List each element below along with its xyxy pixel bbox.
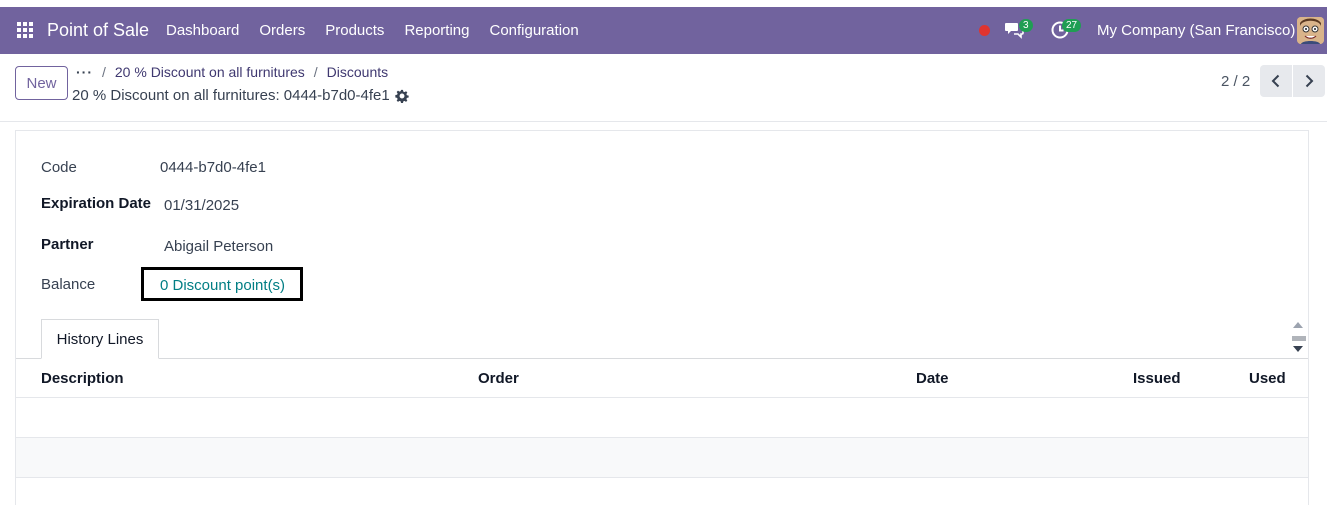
top-navbar: Point of Sale Dashboard Orders Products … <box>0 7 1327 54</box>
breadcrumb-program-link[interactable]: 20 % Discount on all furnitures <box>115 64 305 80</box>
expiration-date-label: Expiration Date <box>41 195 152 212</box>
messages-count-badge: 3 <box>1019 19 1033 32</box>
record-title-row: 20 % Discount on all furnitures: 0444-b7… <box>72 87 409 104</box>
column-header-description[interactable]: Description <box>41 370 124 387</box>
pager-value[interactable]: 2 / 2 <box>1221 73 1250 90</box>
table-header-divider <box>16 397 1308 398</box>
column-header-date[interactable]: Date <box>916 370 949 387</box>
breadcrumb: ··· / 20 % Discount on all furnitures / … <box>76 64 388 80</box>
scrollbar-thumb[interactable] <box>1292 336 1306 341</box>
column-header-order[interactable]: Order <box>478 370 519 387</box>
apps-menu-icon[interactable] <box>17 22 35 40</box>
pager-next-button[interactable] <box>1293 65 1325 97</box>
breadcrumb-more-button[interactable]: ··· <box>76 64 93 80</box>
balance-points-link[interactable]: 0 Discount point(s) <box>160 277 285 294</box>
chevron-right-icon <box>1305 74 1314 88</box>
breadcrumb-separator: / <box>102 64 106 80</box>
column-header-issued[interactable]: Issued <box>1133 370 1181 387</box>
menu-item-orders[interactable]: Orders <box>249 22 315 39</box>
column-header-used[interactable]: Used <box>1249 370 1286 387</box>
partner-label: Partner <box>41 236 94 253</box>
company-switcher[interactable]: My Company (San Francisco) <box>1097 22 1295 39</box>
balance-label: Balance <box>41 276 96 293</box>
gear-icon[interactable] <box>395 89 409 103</box>
partner-field[interactable]: Abigail Peterson <box>164 238 273 255</box>
menu-item-configuration[interactable]: Configuration <box>479 22 588 39</box>
menu-item-dashboard[interactable]: Dashboard <box>156 22 249 39</box>
table-row-divider <box>16 477 1308 478</box>
expiration-date-field[interactable]: 01/31/2025 <box>164 197 239 214</box>
scroll-up-arrow-icon[interactable] <box>1293 322 1303 328</box>
app-title[interactable]: Point of Sale <box>47 20 149 41</box>
code-value: 0444-b7d0-4fe1 <box>160 159 266 176</box>
control-panel: New ··· / 20 % Discount on all furniture… <box>0 54 1327 122</box>
tab-divider <box>16 358 1308 359</box>
scroll-down-arrow-icon[interactable] <box>1293 346 1303 352</box>
table-row <box>16 438 1308 477</box>
pager-previous-button[interactable] <box>1260 65 1292 97</box>
code-label: Code <box>41 159 77 176</box>
breadcrumb-separator: / <box>313 64 318 80</box>
activities-count-badge: 27 <box>1062 19 1082 32</box>
page-title: 20 % Discount on all furnitures: 0444-b7… <box>72 87 390 104</box>
tab-history-lines[interactable]: History Lines <box>41 319 159 359</box>
new-button[interactable]: New <box>15 66 68 100</box>
user-avatar[interactable] <box>1297 17 1324 44</box>
chevron-left-icon <box>1271 74 1280 88</box>
recording-indicator-icon[interactable] <box>979 25 990 36</box>
menu-item-reporting[interactable]: Reporting <box>394 22 479 39</box>
main-menu: Dashboard Orders Products Reporting Conf… <box>156 7 589 54</box>
menu-item-products[interactable]: Products <box>315 22 394 39</box>
breadcrumb-discounts-link[interactable]: Discounts <box>327 64 388 80</box>
table-row-divider <box>16 437 1308 438</box>
